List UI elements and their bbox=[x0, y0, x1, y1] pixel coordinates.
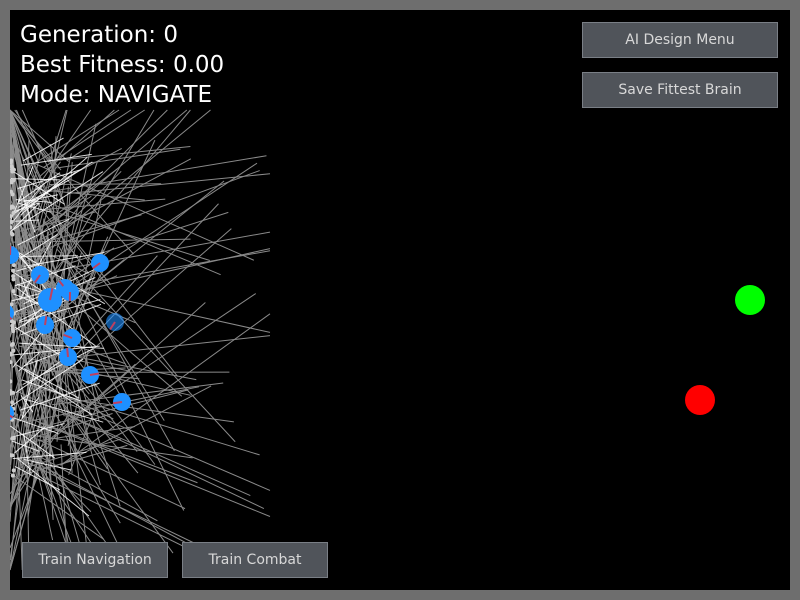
train-navigation-button[interactable]: Train Navigation bbox=[22, 542, 168, 578]
sensor-ray bbox=[62, 293, 257, 424]
agent bbox=[91, 254, 109, 272]
sensor-ray bbox=[59, 398, 174, 554]
agent-trail bbox=[20, 255, 78, 257]
spawn-marker bbox=[11, 468, 16, 473]
agent bbox=[36, 315, 54, 334]
sensor-ray bbox=[38, 421, 271, 517]
spawn-marker bbox=[11, 210, 16, 215]
mode-indicator: Mode: NAVIGATE bbox=[20, 82, 213, 108]
train-combat-button[interactable]: Train Combat bbox=[182, 542, 328, 578]
spawn-marker bbox=[10, 326, 15, 331]
best-fitness-readout: Best Fitness: 0.00 bbox=[20, 52, 225, 78]
spawn-marker bbox=[10, 232, 15, 237]
spawn-marker bbox=[10, 225, 13, 230]
spawn-marker bbox=[10, 342, 15, 347]
spawn-marker bbox=[11, 289, 16, 294]
spawn-marker bbox=[11, 436, 16, 441]
spawn-marker bbox=[11, 205, 16, 210]
spawn-marker bbox=[10, 453, 15, 458]
sensor-ray bbox=[34, 196, 221, 276]
spawn-marker bbox=[11, 268, 16, 273]
agent bbox=[112, 393, 131, 411]
spawn-marker bbox=[10, 400, 15, 405]
agent bbox=[38, 288, 62, 312]
spawn-marker bbox=[11, 348, 16, 353]
agent bbox=[59, 347, 77, 366]
agent bbox=[81, 366, 100, 384]
spawn-marker bbox=[11, 277, 16, 282]
game-window: Generation: 0 Best Fitness: 0.00 Mode: N… bbox=[0, 0, 800, 600]
spawn-marker bbox=[11, 167, 16, 172]
agent bbox=[106, 313, 124, 331]
sensor-ray bbox=[49, 109, 67, 162]
agent bbox=[31, 266, 49, 284]
sensor-ray bbox=[68, 277, 185, 511]
spawn-marker bbox=[10, 219, 14, 224]
agent bbox=[61, 283, 79, 302]
ai-design-menu-button[interactable]: AI Design Menu bbox=[582, 22, 778, 58]
green-goal-dot bbox=[735, 285, 765, 315]
save-fittest-brain-button[interactable]: Save Fittest Brain bbox=[582, 72, 778, 108]
sensor-ray bbox=[30, 109, 120, 167]
sensor-ray bbox=[60, 385, 212, 466]
agent bbox=[63, 329, 81, 347]
sensor-ray bbox=[63, 228, 232, 376]
simulation-arena: Generation: 0 Best Fitness: 0.00 Mode: N… bbox=[10, 10, 790, 590]
red-hazard-dot bbox=[685, 385, 715, 415]
generation-counter: Generation: 0 bbox=[20, 22, 179, 48]
spawn-marker bbox=[10, 473, 15, 478]
spawn-marker bbox=[11, 390, 16, 395]
spawn-marker bbox=[11, 263, 16, 268]
